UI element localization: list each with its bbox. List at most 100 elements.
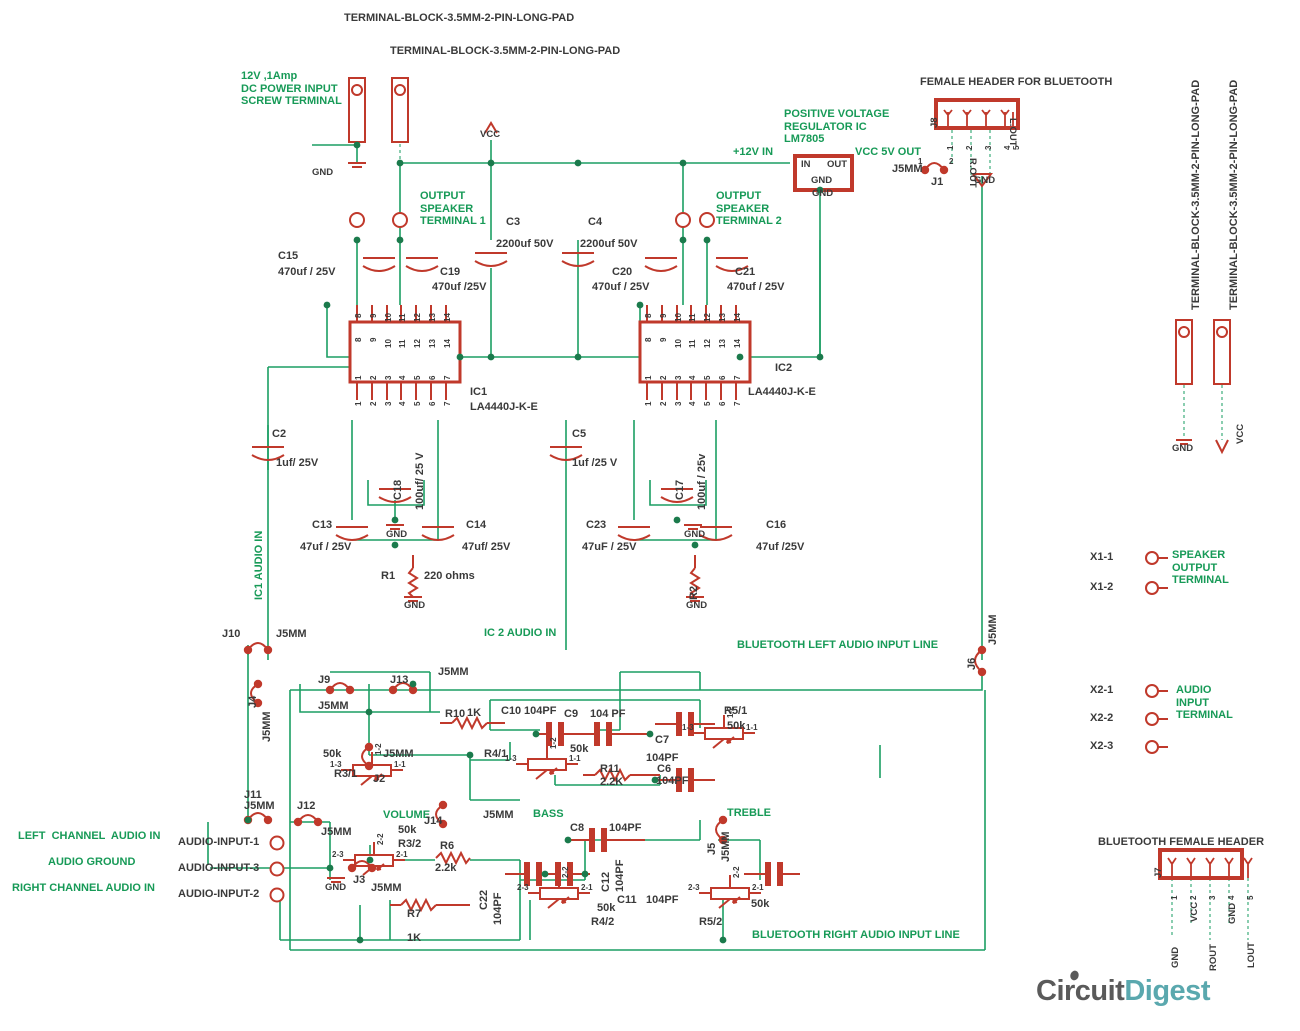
j8-pin-4: 4 bbox=[1003, 145, 1012, 150]
res-r10-ref: R10 bbox=[445, 708, 466, 720]
jumper-j4-type: J5MM bbox=[261, 711, 273, 742]
j7-net-vcc: VCC bbox=[1189, 901, 1200, 922]
cap-c2-value: 1uf/ 25V bbox=[276, 457, 319, 469]
ic1-pin-12-inner: 12 bbox=[413, 339, 422, 348]
x1-pin-2-ref: X1-2 bbox=[1090, 581, 1114, 593]
pot-r41-pin12: 1-2 bbox=[549, 737, 558, 749]
cap-c11-ref: C11 bbox=[617, 894, 637, 906]
ic2-pin-4-outer: 4 bbox=[688, 401, 697, 406]
jumper-j14-type: J5MM bbox=[483, 809, 514, 821]
jumper-j13-ref: J13 bbox=[390, 674, 409, 686]
pot-r32-value: 50k bbox=[398, 824, 417, 836]
ic2-pin-3-inner: 3 bbox=[674, 375, 683, 380]
pot-r31-pin12: 1-2 bbox=[374, 743, 383, 755]
pot-r32-pin22: 2-2 bbox=[376, 833, 385, 845]
cap-c22-value: 104PF bbox=[492, 892, 504, 925]
pot-r31-ref: R3/1 bbox=[334, 768, 358, 780]
cap-c8-value: 104PF bbox=[609, 822, 642, 834]
ic2-pin-9-inner: 9 bbox=[659, 337, 668, 342]
jumper-j12-ref: J12 bbox=[297, 800, 316, 812]
ic1-pin-9-inner: 9 bbox=[369, 337, 378, 342]
ic1-pin-10-inner: 10 bbox=[384, 339, 393, 348]
pot-r52-pin22: 2-2 bbox=[732, 866, 741, 878]
speaker-output-terminal-label: SPEAKER OUTPUT TERMINAL bbox=[1172, 549, 1229, 587]
j7-net-gnd: GND bbox=[1227, 902, 1238, 924]
ic1-pin-8-outer: 8 bbox=[354, 313, 363, 318]
j7-pin-2: 2 bbox=[1189, 895, 1198, 900]
cap-c13-value: 47uf / 25V bbox=[300, 541, 352, 553]
ic2-pin-11-outer: 11 bbox=[688, 313, 697, 322]
ic1-pin-14-inner: 14 bbox=[443, 339, 452, 348]
ic2-pin-10-outer: 10 bbox=[674, 313, 683, 322]
audio-ground-label: AUDIO GROUND bbox=[48, 856, 136, 868]
cap-c15-value: 470uf / 25V bbox=[278, 266, 336, 278]
ic2-pin-8-inner: 8 bbox=[644, 337, 653, 342]
ic2-pin-7-inner: 7 bbox=[733, 375, 742, 380]
cap-c18-ref: C18 bbox=[392, 479, 404, 500]
gnd-net-label-audio: GND bbox=[325, 882, 347, 893]
cap-c15-ref: C15 bbox=[278, 250, 299, 262]
res-r11-value: 2.2K bbox=[600, 776, 624, 788]
cap-c10-ref: C10 bbox=[501, 705, 522, 717]
terminal-block-label-right-2: TERMINAL-BLOCK-3.5MM-2-PIN-LONG-PAD bbox=[1228, 79, 1240, 310]
bluetooth-female-header-label: BLUETOOTH FEMALE HEADER bbox=[1098, 836, 1265, 848]
ic2-pin-6-outer: 6 bbox=[718, 401, 727, 406]
cap-c20-ref: C20 bbox=[612, 266, 633, 278]
res-r11-ref: R11 bbox=[600, 763, 620, 775]
cap-c21-value: 470uf / 25V bbox=[727, 281, 785, 293]
regulator-pin-out: OUT bbox=[827, 159, 848, 170]
ic2-audio-in-label: IC 2 AUDIO IN bbox=[484, 627, 557, 639]
volume-label: VOLUME bbox=[383, 809, 431, 821]
ic2-part: LA4440J-K-E bbox=[748, 386, 816, 398]
jumper-j3-type: J5MM bbox=[371, 882, 402, 894]
ic2-pin-2-inner: 2 bbox=[659, 375, 668, 380]
ic1-pin-12-outer: 12 bbox=[413, 313, 422, 322]
jumper-j2-ref: J2 bbox=[373, 773, 386, 785]
ic1-ref: IC1 bbox=[470, 386, 488, 398]
j7-net-rout: ROUT bbox=[1208, 944, 1219, 971]
ic2-pin-14-outer: 14 bbox=[733, 313, 742, 322]
ic1-pin-1-outer: 1 bbox=[354, 401, 363, 406]
ic1-part: LA4440J-K-E bbox=[470, 401, 538, 413]
ic2-pin-10-inner: 10 bbox=[674, 339, 683, 348]
ic1-pin-13-inner: 13 bbox=[428, 339, 437, 348]
j7-pin-4: 4 bbox=[1227, 895, 1236, 900]
jumper-j13-type: J5MM bbox=[438, 666, 469, 678]
pot-r41-pin13: 1-3 bbox=[505, 754, 517, 763]
jumper-j1-pin2: 2 bbox=[949, 157, 954, 166]
connector-j8-ref: J8 bbox=[929, 117, 940, 128]
jumper-j9-type: J5MM bbox=[318, 700, 349, 712]
power-input-annotation: 12V ,1Amp DC POWER INPUT SCREW TERMINAL bbox=[241, 70, 342, 108]
jumper-j6-ref: J6 bbox=[966, 657, 978, 670]
j7-pin-1: 1 bbox=[1170, 895, 1179, 900]
cap-c7-ref: C7 bbox=[655, 734, 670, 746]
gnd-net-label-tb-right: GND bbox=[1172, 443, 1194, 454]
ic1-pin-10-outer: 10 bbox=[384, 313, 393, 322]
schematic-drawing bbox=[207, 77, 1253, 951]
cap-c19-ref: C19 bbox=[440, 266, 461, 278]
res-r1-value: 220 ohms bbox=[424, 570, 475, 582]
ic1-pin-8-inner: 8 bbox=[354, 337, 363, 342]
ic2-pin-3-outer: 3 bbox=[674, 401, 683, 406]
ic2-pin-9-outer: 9 bbox=[659, 313, 668, 318]
pot-r41-ref: R4/1 bbox=[484, 748, 508, 760]
jumper-j5-type: J5MM bbox=[720, 831, 732, 862]
ic2-pin-7-outer: 7 bbox=[733, 401, 742, 406]
plus-12v-in-label: +12V IN bbox=[733, 146, 774, 158]
ic2-pin-8-outer: 8 bbox=[644, 313, 653, 318]
ic2-pin-12-inner: 12 bbox=[703, 339, 712, 348]
terminal-block-label-right-1: TERMINAL-BLOCK-3.5MM-2-PIN-LONG-PAD bbox=[1190, 79, 1202, 310]
ic1-pin-6-outer: 6 bbox=[428, 401, 437, 406]
r-out-net-label: R.OUT bbox=[967, 158, 978, 188]
regulator-pin-gnd: GND bbox=[811, 175, 833, 186]
jumper-j12-type: J5MM bbox=[321, 826, 352, 838]
ic2-pin-4-inner: 4 bbox=[688, 375, 697, 380]
j8-pin-2: 2 bbox=[965, 145, 974, 150]
cap-c22-ref: C22 bbox=[478, 889, 490, 910]
cap-c10-value: 104PF bbox=[524, 705, 557, 717]
cap-c21-ref: C21 bbox=[735, 266, 756, 278]
ic1-pin-4-inner: 4 bbox=[398, 375, 407, 380]
ic2-pin-13-outer: 13 bbox=[718, 313, 727, 322]
vcc-net-label-tb-right: VCC bbox=[1235, 423, 1246, 444]
bluetooth-left-line-label: BLUETOOTH LEFT AUDIO INPUT LINE bbox=[737, 639, 939, 651]
